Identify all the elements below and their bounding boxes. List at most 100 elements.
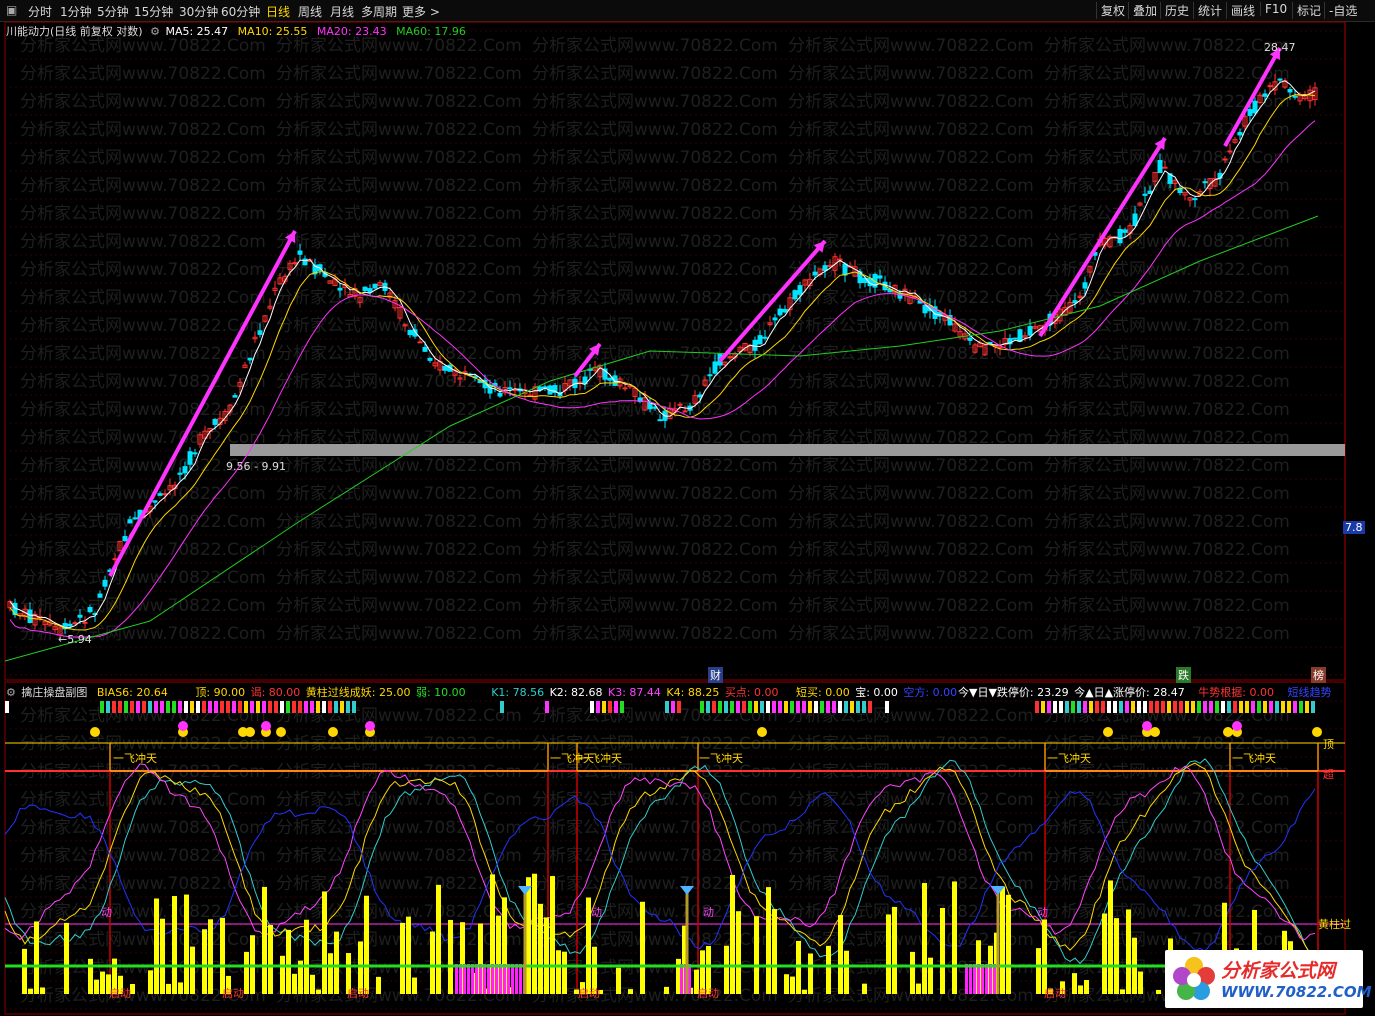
tab-period-9[interactable]: 多周期 (361, 3, 397, 20)
watermark-text: 分析家公式网www.70822.Com (532, 232, 778, 252)
huangzhu-bar (838, 915, 843, 994)
signal-yifei-6: 一飞冲天 (1232, 752, 1276, 765)
restore-rights-button[interactable]: 复权 (1096, 2, 1129, 19)
tab-period-6[interactable]: 日线 (266, 3, 290, 20)
tab-period-4[interactable]: 30分钟 (179, 3, 218, 20)
indicator-k1: K1: 78.56 (491, 686, 545, 699)
huangzhu-bar (88, 958, 93, 994)
candle-body (372, 283, 378, 289)
tab-period-8[interactable]: 月线 (330, 3, 354, 20)
fall-marker[interactable]: 跌 (1176, 667, 1191, 683)
tab-period-5[interactable]: 60分钟 (221, 3, 260, 20)
huangzhu-bar (328, 953, 333, 994)
signal-strip-bar (124, 701, 128, 713)
candle-body (1252, 100, 1258, 114)
huangzhu-bar (808, 953, 813, 994)
sub-settings-gear-icon[interactable]: ⚙ (6, 686, 16, 699)
watermark-text: 分析家公式网www.70822.Com (276, 120, 522, 140)
signal-strip-bar (142, 701, 146, 713)
collapse-icon[interactable]: ▣ (6, 3, 17, 17)
signal-strip-bar (844, 701, 848, 713)
ma5-value: MA5: 25.47 (165, 25, 229, 38)
statistics-button[interactable]: 统计 (1193, 2, 1226, 19)
candle-body (657, 419, 663, 422)
signal-strip-bar (298, 701, 302, 713)
candle-body (187, 451, 193, 465)
huangzhu-bar (1102, 913, 1107, 994)
overlay-button[interactable]: 叠加 (1128, 2, 1161, 19)
draw-line-button[interactable]: 画线 (1226, 2, 1259, 19)
watermark-text: 分析家公式网www.70822.Com (532, 176, 778, 196)
signal-strip-bar (1263, 701, 1267, 713)
sub-watermark-text: 分析家公式网www.70822.Com (20, 930, 266, 950)
watermark-text: 分析家公式网www.70822.Com (788, 64, 1034, 84)
tab-period-7[interactable]: 周线 (298, 3, 322, 20)
signal-dot-top (1142, 721, 1152, 731)
tab-period-0[interactable]: 分时 (28, 3, 52, 20)
indicator-ruo: 弱: 10.00 (415, 686, 466, 699)
signal-strip-bar (340, 701, 344, 713)
signal-strip-bar (148, 701, 152, 713)
watermark-text: 分析家公式网www.70822.Com (788, 36, 1034, 56)
magenta-bar (985, 964, 988, 994)
signal-strip-bar (1131, 701, 1135, 713)
candle-body (497, 392, 503, 397)
signal-dong-2: 动 (591, 906, 602, 919)
signal-strip-bar (1107, 701, 1111, 713)
list-marker[interactable]: 榜 (1311, 667, 1326, 683)
tab-period-2[interactable]: 5分钟 (97, 3, 129, 20)
huangzhu-bar (1114, 918, 1119, 994)
signal-strip-bar (772, 701, 776, 713)
magenta-bar (475, 964, 478, 994)
settings-gear-icon[interactable]: ⚙ (150, 25, 160, 38)
signal-strip-bar (280, 701, 284, 713)
signal-strip-bar (292, 701, 296, 713)
watermark-text: 分析家公式网www.70822.Com (788, 316, 1034, 336)
signal-strip-bar (310, 701, 314, 713)
watermark-text: 分析家公式网www.70822.Com (1044, 456, 1290, 476)
finance-marker[interactable]: 财 (708, 667, 723, 683)
signal-strip-bar (100, 701, 104, 713)
signal-strip-bar (1305, 701, 1309, 713)
signal-dot (245, 727, 255, 737)
add-watchlist-button[interactable]: -自选 (1324, 2, 1361, 19)
candle-body (1192, 198, 1198, 201)
ma60-value: MA60: 17.96 (396, 25, 466, 38)
mark-button[interactable]: 标记 (1292, 2, 1325, 19)
signal-strip-bar (1077, 701, 1081, 713)
huangzhu-bar (376, 976, 381, 994)
tab-period-1[interactable]: 1分钟 (60, 3, 92, 20)
candlestick-chart[interactable]: 分析家公式网www.70822.Com 分析家公式网www.70822.Com 分析… (0, 21, 1375, 681)
history-button[interactable]: 历史 (1160, 2, 1193, 19)
watermark-text: 分析家公式网www.70822.Com (1044, 316, 1290, 336)
candle-body (762, 336, 768, 339)
watermark-text: 分析家公式网www.70822.Com (788, 148, 1034, 168)
signal-strip-bar (1113, 701, 1117, 713)
watermark-text: 分析家公式网www.70822.Com (532, 36, 778, 56)
indicator-kongfang: 空方: 0.00 (903, 686, 958, 699)
signal-strip-bar (208, 701, 212, 713)
huangzhu-bar (406, 916, 411, 994)
f10-button[interactable]: F10 (1260, 2, 1291, 16)
signal-strip-bar (112, 701, 116, 713)
candle-body (152, 500, 158, 503)
huangzhu-bar (1000, 887, 1005, 994)
tab-period-3[interactable]: 15分钟 (134, 3, 173, 20)
signal-strip-bar (178, 701, 182, 713)
magenta-bar (989, 964, 992, 994)
magenta-bar (981, 964, 984, 994)
indicator-ye: 谒: 80.00 (250, 686, 301, 699)
watermark-text: 分析家公式网www.70822.Com (532, 512, 778, 532)
signal-strip-bar (1239, 701, 1243, 713)
tab-period-10[interactable]: 更多 > (402, 3, 440, 20)
sub-watermark-text: 分析家公式网www.70822.Com (788, 846, 1034, 866)
right-label-ding: 顶 (1323, 738, 1334, 751)
signal-qidong-2: 启动 (222, 987, 244, 1000)
signal-strip-bar (160, 701, 164, 713)
signal-strip-bar (1053, 701, 1057, 713)
huangzhu-bar (166, 983, 171, 994)
signal-strip-bar (1233, 701, 1237, 713)
signal-strip-bar (220, 701, 224, 713)
candle-body (367, 288, 373, 293)
sub-watermark-text: 分析家公式网www.70822.Com (276, 902, 522, 922)
